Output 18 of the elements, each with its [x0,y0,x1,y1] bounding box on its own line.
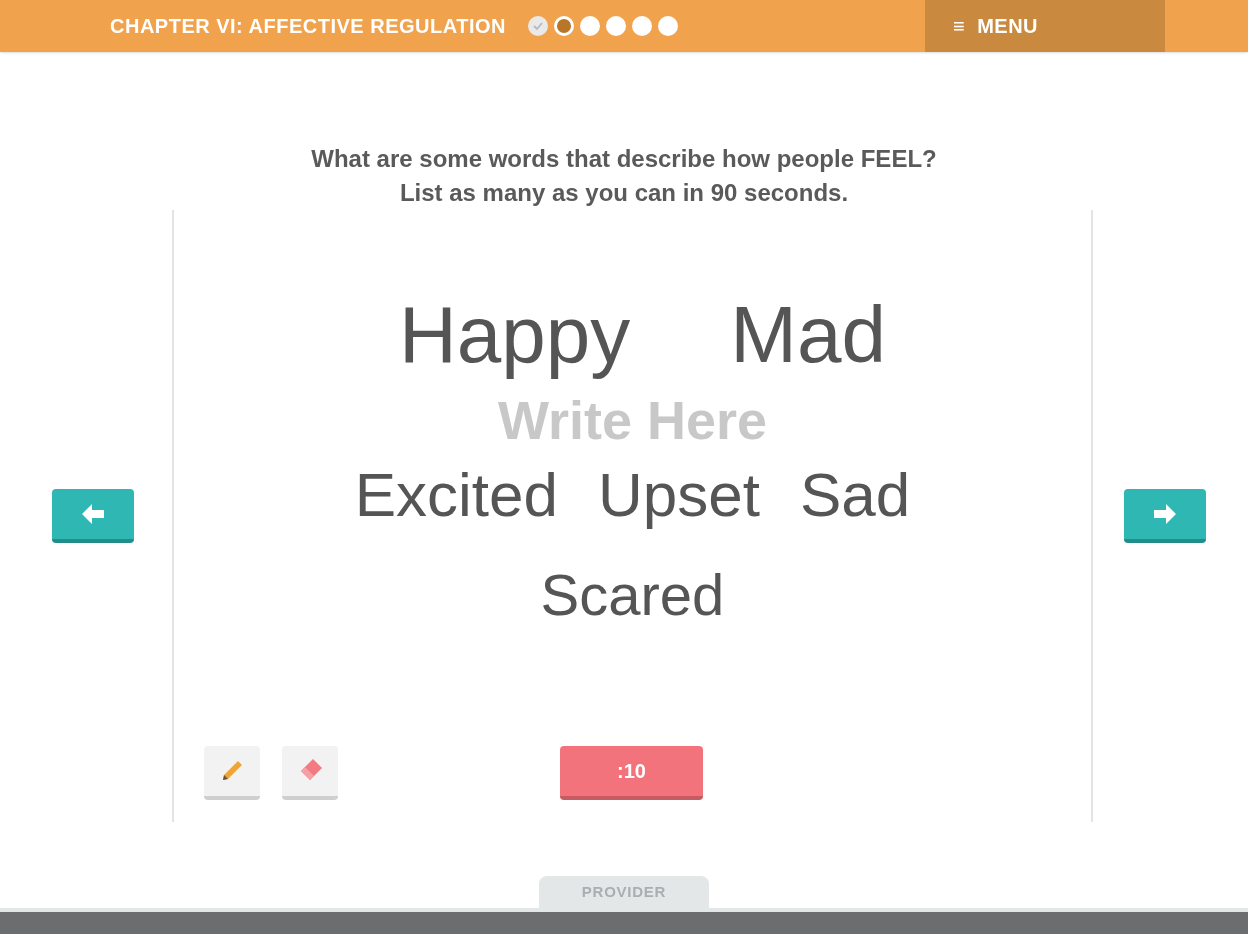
forward-button[interactable] [1124,489,1206,543]
handwritten-word: Mad [730,289,886,381]
prompt-text: What are some words that describe how people FEEL? [311,144,937,174]
prompt-text: List as many as you can in 90 seconds. [399,178,849,208]
back-button[interactable] [52,489,134,543]
handwritten-word: Scared [540,561,725,629]
chapter-title: CHAPTER VI: AFFECTIVE REGULATION [110,14,506,39]
menu-button[interactable]: ≡ MENU [925,0,1165,52]
timer-badge: :10 [560,746,703,800]
check-icon [533,21,543,31]
handwritten-word: Happy [399,289,631,381]
eraser-button[interactable] [282,746,338,800]
right-arrow-icon [1154,504,1176,524]
left-arrow-icon [82,504,104,524]
handwritten-word: Upset [598,459,760,531]
provider-tab[interactable]: PROVIDER [539,876,709,908]
handwritten-word: Sad [800,459,911,531]
handwritten-word: Excited [354,459,558,531]
